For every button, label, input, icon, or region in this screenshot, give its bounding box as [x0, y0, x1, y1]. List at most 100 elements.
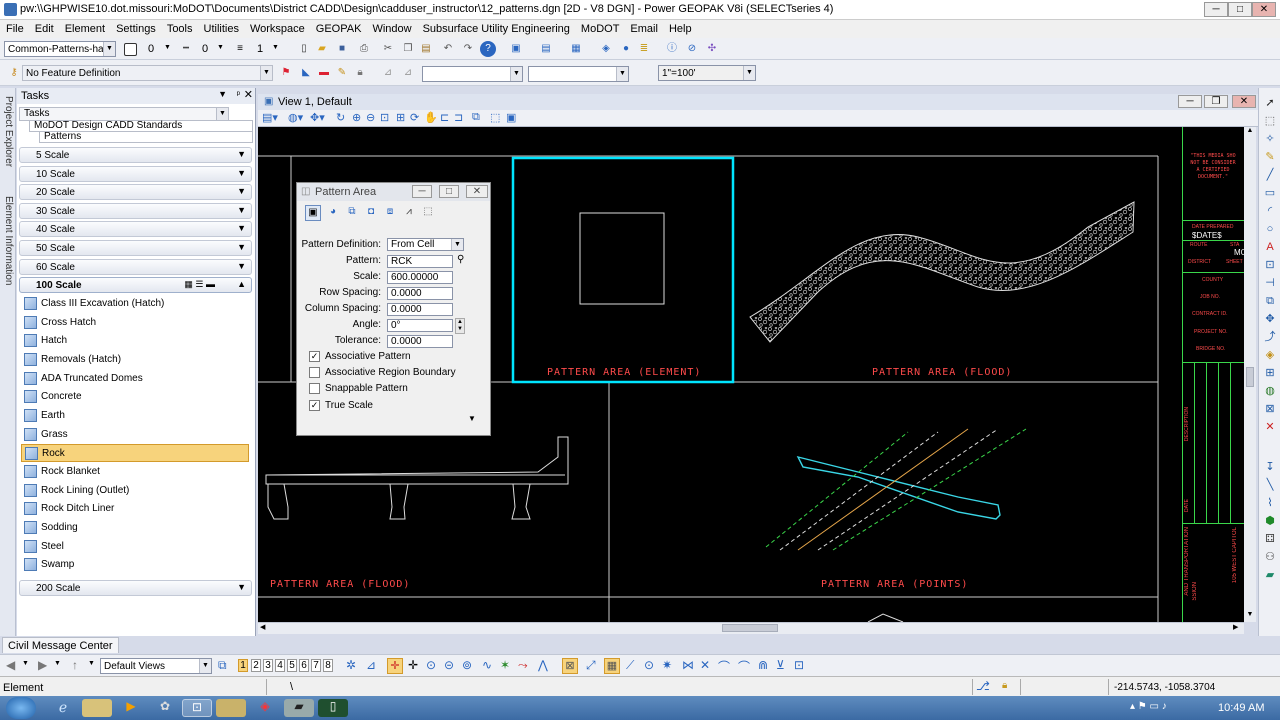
close-button[interactable]: ✕ [1252, 2, 1276, 17]
place-line-icon[interactable]: ╱ [1263, 168, 1277, 182]
accusnap-icon[interactable]: ✧ [1263, 132, 1277, 146]
menu-element[interactable]: Element [59, 20, 110, 35]
list-item[interactable]: Earth [21, 407, 249, 425]
list-item[interactable]: Rock Lining (Outlet) [21, 482, 249, 500]
snap-h-icon[interactable]: ⋀ [538, 658, 548, 672]
view-minimize-button[interactable]: ─ [1178, 95, 1202, 108]
info-icon[interactable]: ⓘ [664, 41, 680, 57]
place-shape-icon[interactable]: ▭ [1263, 186, 1277, 200]
style-dropdown-icon[interactable]: ▼ [217, 44, 224, 51]
menu-workspace[interactable]: Workspace [244, 20, 310, 35]
keypoint-snap-icon[interactable]: ✛ [387, 658, 403, 674]
pattern-input[interactable]: RCK [387, 255, 453, 268]
up-icon[interactable]: ↑ [72, 658, 78, 672]
horizontal-scrollbar[interactable]: ◀ ▶ [258, 622, 1244, 634]
associative-pattern-checkbox[interactable]: ✓ [309, 351, 320, 362]
associative-region-checkbox[interactable] [309, 367, 320, 378]
place-circle-icon[interactable]: ○ [1263, 222, 1277, 236]
list-item[interactable]: Rock Ditch Liner [21, 500, 249, 518]
scale-30[interactable]: 30 Scale ▼ [19, 203, 252, 219]
scroll-down-icon[interactable]: ▼ [1244, 611, 1256, 621]
dialog-titlebar[interactable]: ◫ Pattern Area ─ □ ✕ [297, 183, 490, 201]
pencil-icon[interactable]: ✎ [334, 65, 350, 81]
weight-dropdown-icon[interactable]: ▼ [272, 44, 279, 51]
color-swatch-icon[interactable] [124, 43, 137, 56]
view-button-8[interactable]: 8 [323, 659, 333, 672]
list-item[interactable]: Class III Excavation (Hatch) [21, 295, 249, 313]
accudraw-icon[interactable]: ⊿ [366, 658, 376, 672]
copy-element-icon[interactable]: ⧉ [1263, 294, 1277, 308]
copy-view-icon[interactable]: ⧉ [472, 111, 480, 124]
snap-m-icon[interactable]: ⋈ [682, 658, 694, 672]
snap-d-icon[interactable]: ⊚ [462, 658, 472, 672]
vertical-scroll-thumb[interactable] [1246, 367, 1254, 387]
dialog-minimize-button[interactable]: ─ [412, 185, 432, 198]
saved-views-combo[interactable]: Default Views ▼ [100, 658, 212, 674]
snap-e-icon[interactable]: ∿ [482, 658, 492, 672]
pattern-search-icon[interactable]: ⚲ [457, 254, 464, 265]
geopak-icon[interactable]: ◈ [250, 699, 280, 717]
dialog-close-button[interactable]: ✕ [466, 185, 488, 198]
menu-tools[interactable]: Tools [161, 20, 198, 35]
design-feature-icon[interactable]: ◣ [298, 65, 314, 81]
dimension-icon[interactable]: ⊣ [1263, 276, 1277, 290]
forward-dropdown-icon[interactable]: ▼ [54, 660, 61, 667]
up-dropdown-icon[interactable]: ▼ [88, 660, 95, 667]
civil-message-center-tab[interactable]: Civil Message Center [2, 637, 119, 653]
level-combo[interactable]: Common-Patterns-hatc ▼ [4, 41, 116, 57]
lock-icon[interactable]: 🔒︎ [352, 65, 368, 81]
pan-view-icon[interactable]: ✋ [424, 111, 438, 124]
models-icon[interactable]: ◈ [598, 41, 614, 57]
list-item[interactable]: ADA Truncated Domes [21, 370, 249, 388]
horizontal-scroll-thumb[interactable] [722, 624, 778, 632]
civil-tool-f-icon[interactable]: ⚇ [1263, 550, 1277, 564]
select-arrow-icon[interactable]: ➚ [1263, 96, 1277, 110]
delete-icon[interactable]: ✕ [1263, 420, 1277, 434]
feature-combo-a[interactable]: ▼ [422, 66, 523, 82]
move-element-icon[interactable]: ✥ [1263, 312, 1277, 326]
snap-r-icon[interactable]: ⊻ [776, 658, 785, 672]
open-folder-icon[interactable]: ▰ [314, 41, 330, 57]
ie-icon[interactable]: ℯ [48, 699, 78, 717]
scale-200[interactable]: 200 Scale ▼ [19, 580, 252, 596]
method-flood-icon[interactable]: ◕ [325, 205, 341, 221]
column-spacing-input[interactable]: 0.0000 [387, 303, 453, 316]
list-item[interactable]: Steel [21, 538, 249, 556]
place-cell-icon[interactable]: ⊡ [1263, 258, 1277, 272]
globe-icon[interactable]: ◍ [1263, 384, 1277, 398]
save-icon[interactable]: ■ [334, 41, 350, 57]
tasks-pin-icon[interactable]: ᵖ [237, 89, 240, 99]
view-attributes-icon[interactable]: ▣ [508, 41, 524, 57]
snap-l-icon[interactable]: ✷ [662, 658, 672, 672]
fence-icon[interactable]: ⬚ [1263, 114, 1277, 128]
app-icon-2[interactable]: ▯ [318, 699, 348, 717]
method-points-icon[interactable]: ⩘ [401, 205, 417, 221]
method-fence-icon[interactable]: ⬚ [420, 205, 436, 221]
media-player-icon[interactable]: ▶ [116, 699, 146, 717]
scale-100-active[interactable]: 100 Scale ▦ ☰ ▬ ▲ [19, 277, 252, 293]
view-close-button[interactable]: ✕ [1232, 95, 1256, 108]
menu-window[interactable]: Window [366, 20, 416, 35]
method-intersection-icon[interactable]: ◘ [363, 205, 379, 221]
paste-icon[interactable]: ▤ [418, 41, 434, 57]
snap-o-icon[interactable]: ⌒ [718, 658, 730, 675]
view-button-3[interactable]: 3 [263, 659, 273, 672]
list-item[interactable]: Hatch [21, 332, 249, 350]
raster-icon[interactable]: ▦ [568, 41, 584, 57]
list-item[interactable]: Grass [21, 426, 249, 444]
scale-20[interactable]: 20 Scale ▼ [19, 184, 252, 200]
fit-view-icon[interactable]: ⊞ [396, 111, 405, 124]
snap-g-icon[interactable]: ⤳ [518, 658, 528, 673]
breadcrumb-patterns[interactable]: Patterns [39, 131, 253, 143]
menu-file[interactable]: File [0, 20, 29, 35]
snap-a-icon[interactable]: ✛ [408, 658, 418, 672]
undo-icon[interactable]: ↶ [440, 41, 456, 57]
render-icon[interactable]: ● [618, 41, 634, 57]
scroll-up-icon[interactable]: ▲ [1244, 127, 1256, 137]
accudraw-icon[interactable]: ✣ [704, 41, 720, 57]
feature-tool-a-icon[interactable]: ⊿ [380, 65, 396, 81]
feature-combo-b[interactable]: ▼ [528, 66, 629, 82]
tasks-dropdown[interactable]: Tasks ▼ [19, 107, 229, 121]
menu-modot[interactable]: MoDOT [575, 20, 625, 35]
menu-subsurface[interactable]: Subsurface Utility Engineering [417, 20, 575, 35]
